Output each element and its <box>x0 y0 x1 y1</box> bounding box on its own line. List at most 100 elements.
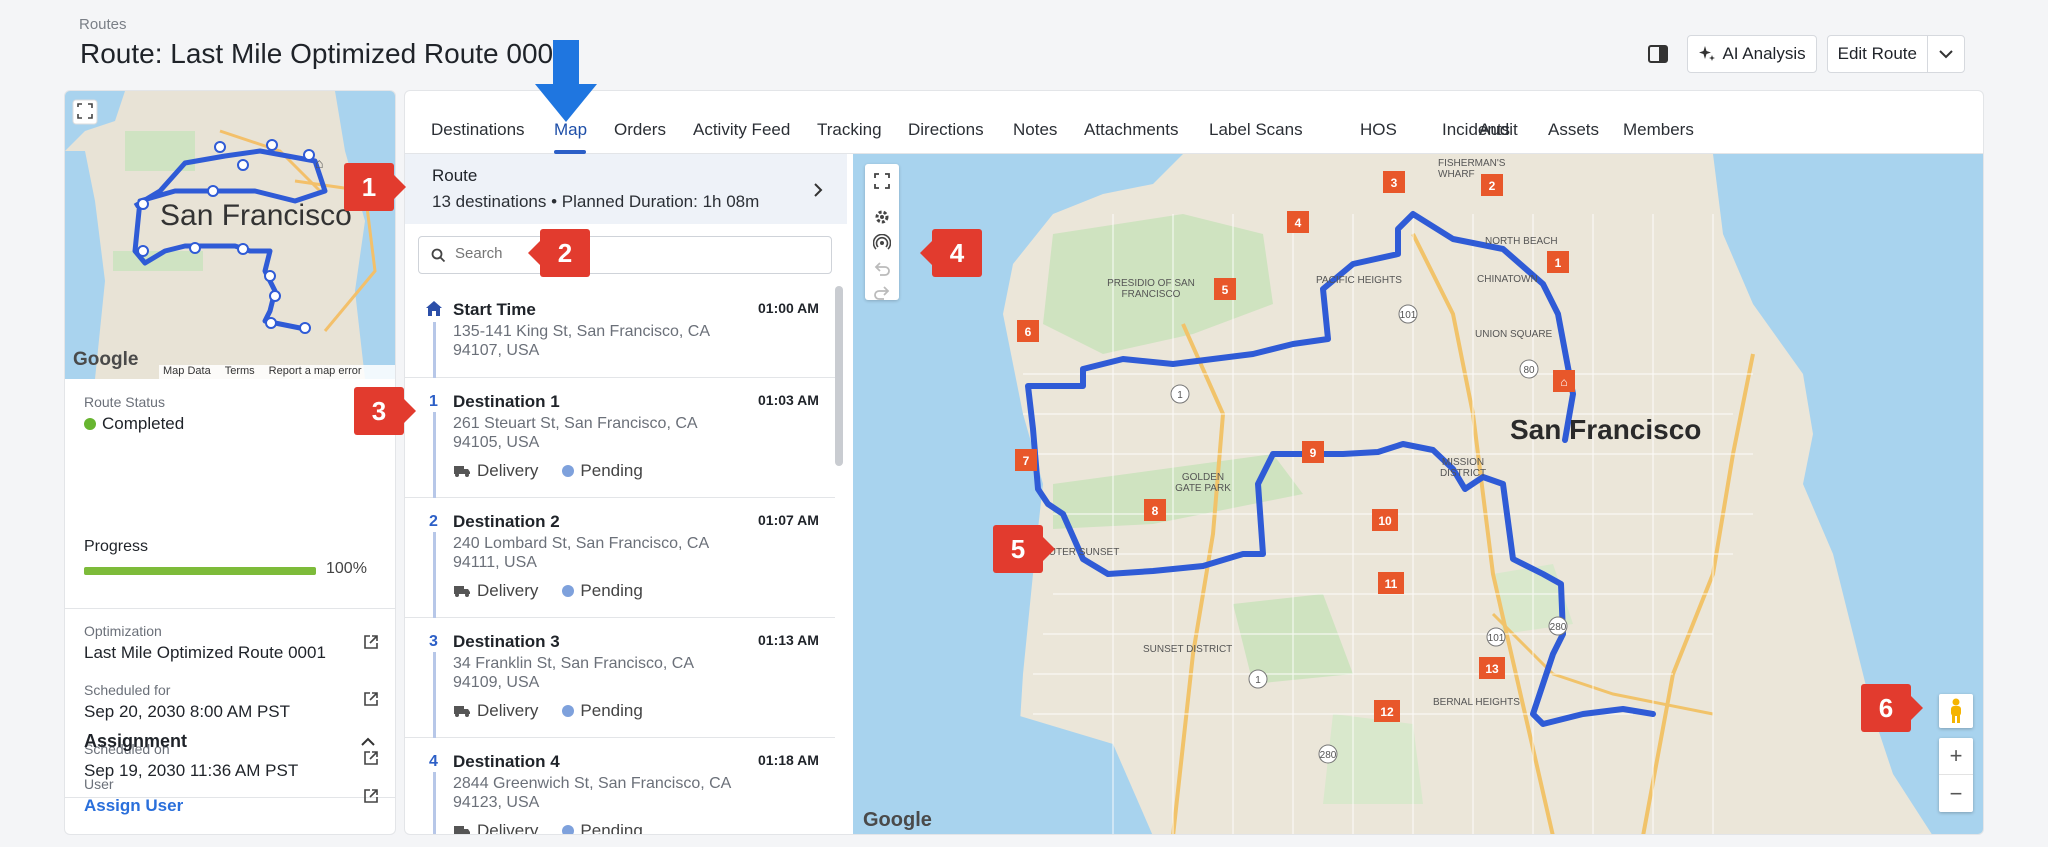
svg-text:⌂: ⌂ <box>1560 375 1567 389</box>
pending-dot-icon <box>562 465 575 477</box>
list-item[interactable]: 1 Destination 1 261 Steuart St, San Fran… <box>405 378 835 498</box>
stop-name: Start Time <box>453 300 536 319</box>
tab-orders[interactable]: Orders <box>614 120 666 140</box>
stop-number: 3 <box>429 633 438 650</box>
zoom-out-button[interactable]: − <box>1939 775 1973 812</box>
svg-text:280: 280 <box>1550 622 1567 633</box>
assignment-heading[interactable]: Assignment <box>84 731 187 752</box>
map-area-label: SUNSET DISTRICT <box>1143 644 1233 655</box>
tab-activity-feed[interactable]: Activity Feed <box>693 120 790 140</box>
tab-destinations[interactable]: Destinations <box>431 120 525 140</box>
sparkle-icon <box>1699 46 1716 61</box>
map-area-label: NORTH BEACH <box>1485 236 1558 247</box>
stop-number: 4 <box>429 753 438 770</box>
chevron-up-icon[interactable] <box>361 737 375 746</box>
map-area-label: GOLDEN GATE PARK <box>1175 472 1231 494</box>
fullscreen-icon[interactable] <box>873 172 891 190</box>
stop-type: Delivery <box>477 461 539 480</box>
tab-assets[interactable]: Assets <box>1548 120 1599 140</box>
tab-map[interactable]: Map <box>554 120 587 140</box>
timeline-line <box>433 652 436 738</box>
map-city-label: San Francisco <box>1510 414 1702 445</box>
svg-text:80: 80 <box>1523 365 1535 376</box>
tab-members[interactable]: Members <box>1623 120 1694 140</box>
external-link-icon[interactable] <box>363 634 379 650</box>
edit-route-split-button: Edit Route <box>1826 35 1965 73</box>
svg-text:4: 4 <box>1295 216 1302 230</box>
header-actions: AI Analysis Edit Route <box>1639 35 1965 73</box>
chevron-down-icon[interactable] <box>1928 36 1964 72</box>
tab-label-scans[interactable]: Label Scans <box>1209 120 1303 140</box>
list-item[interactable]: Start Time 135-141 King St, San Francisc… <box>405 286 835 378</box>
panel-toggle-icon[interactable] <box>1639 35 1677 73</box>
scheduled-for-info: Scheduled for Sep 20, 2030 8:00 AM PST <box>84 682 290 722</box>
progress-bar <box>84 567 316 575</box>
timeline-line <box>433 772 436 834</box>
svg-text:12: 12 <box>1380 705 1394 719</box>
tab-hos[interactable]: HOS <box>1360 120 1397 140</box>
tab-tracking[interactable]: Tracking <box>817 120 882 140</box>
callout-badge: 3 <box>354 387 404 435</box>
redo-icon[interactable] <box>873 284 891 302</box>
tab-notes[interactable]: Notes <box>1013 120 1057 140</box>
timeline-line <box>433 412 436 498</box>
stop-status: Pending <box>580 461 643 480</box>
stop-type: Delivery <box>477 701 539 720</box>
page-title: Route: Last Mile Optimized Route 0001 <box>80 38 569 69</box>
terms-link[interactable]: Terms <box>225 365 255 379</box>
progress-value: 100% <box>326 560 367 577</box>
callout-badge: 4 <box>932 229 982 277</box>
street-view-pegman-icon[interactable] <box>1939 694 1973 728</box>
tab-attachments[interactable]: Attachments <box>1084 120 1179 140</box>
report-map-error-link[interactable]: Report a map error <box>269 365 362 379</box>
list-item[interactable]: 4 Destination 4 2844 Greenwich St, San F… <box>405 738 835 835</box>
list-scrollbar[interactable] <box>835 286 843 466</box>
tab-directions[interactable]: Directions <box>908 120 984 140</box>
gear-icon[interactable] <box>873 208 891 226</box>
stop-address: 135-141 King St, San Francisco, CA 94107… <box>453 323 710 359</box>
truck-icon <box>454 706 470 717</box>
broadcast-icon[interactable] <box>873 234 891 252</box>
map-area-label: BERNAL HEIGHTS <box>1433 697 1520 708</box>
external-link-icon[interactable] <box>363 750 379 766</box>
timeline-line <box>433 532 436 618</box>
mini-map-google-logo: Google <box>73 349 139 370</box>
map-data-link[interactable]: Map Data <box>163 365 211 379</box>
mini-map[interactable]: ⌂ San Francisco Google Map Data Terms Re… <box>65 91 395 379</box>
route-summary-title: Route <box>432 166 478 185</box>
progress-fill <box>84 567 316 575</box>
external-link-icon[interactable] <box>363 691 379 707</box>
search-field[interactable] <box>418 236 832 274</box>
svg-text:8: 8 <box>1152 504 1159 518</box>
tab-audit[interactable]: Audit <box>1479 120 1518 140</box>
svg-text:3: 3 <box>1391 176 1398 190</box>
breadcrumb[interactable]: Routes <box>79 16 127 33</box>
stop-time: 01:07 AM <box>758 512 819 528</box>
optimization-value: Last Mile Optimized Route 0001 <box>84 643 326 662</box>
optimization-info: Optimization Last Mile Optimized Route 0… <box>84 623 326 663</box>
assigned-user-info: User Assign User <box>84 776 183 816</box>
route-summary-row[interactable]: Route 13 destinations • Planned Duration… <box>405 154 847 224</box>
map-area-label: FISHERMAN'S WHARF <box>1438 158 1506 180</box>
stop-address: 34 Franklin St, San Francisco, CA 94109,… <box>453 655 694 691</box>
list-item[interactable]: 2 Destination 2 240 Lombard St, San Fran… <box>405 498 835 618</box>
home-icon <box>426 301 442 316</box>
undo-icon[interactable] <box>873 260 891 278</box>
svg-text:13: 13 <box>1485 662 1499 676</box>
ai-analysis-button[interactable]: AI Analysis <box>1687 35 1817 73</box>
list-item[interactable]: 3 Destination 3 34 Franklin St, San Fran… <box>405 618 835 738</box>
edit-route-button[interactable]: Edit Route <box>1828 36 1928 72</box>
external-link-icon[interactable] <box>363 788 379 804</box>
svg-text:1: 1 <box>1555 256 1562 270</box>
assign-user-link[interactable]: Assign User <box>84 796 183 816</box>
map-area-label: PRESIDIO OF SAN FRANCISCO <box>1107 278 1195 300</box>
optimization-label: Optimization <box>84 623 162 639</box>
scheduled-for-value: Sep 20, 2030 8:00 AM PST <box>84 702 291 721</box>
user-label: User <box>84 776 114 792</box>
svg-text:1: 1 <box>1255 675 1261 686</box>
stop-type: Delivery <box>477 821 539 835</box>
route-map[interactable]: 1 2 3 4 5 6 7 8 9 10 11 12 13 ⌂ 101 80 1… <box>853 154 1983 834</box>
zoom-in-button[interactable]: + <box>1939 738 1973 775</box>
search-input[interactable] <box>455 245 815 262</box>
divider <box>65 608 395 609</box>
